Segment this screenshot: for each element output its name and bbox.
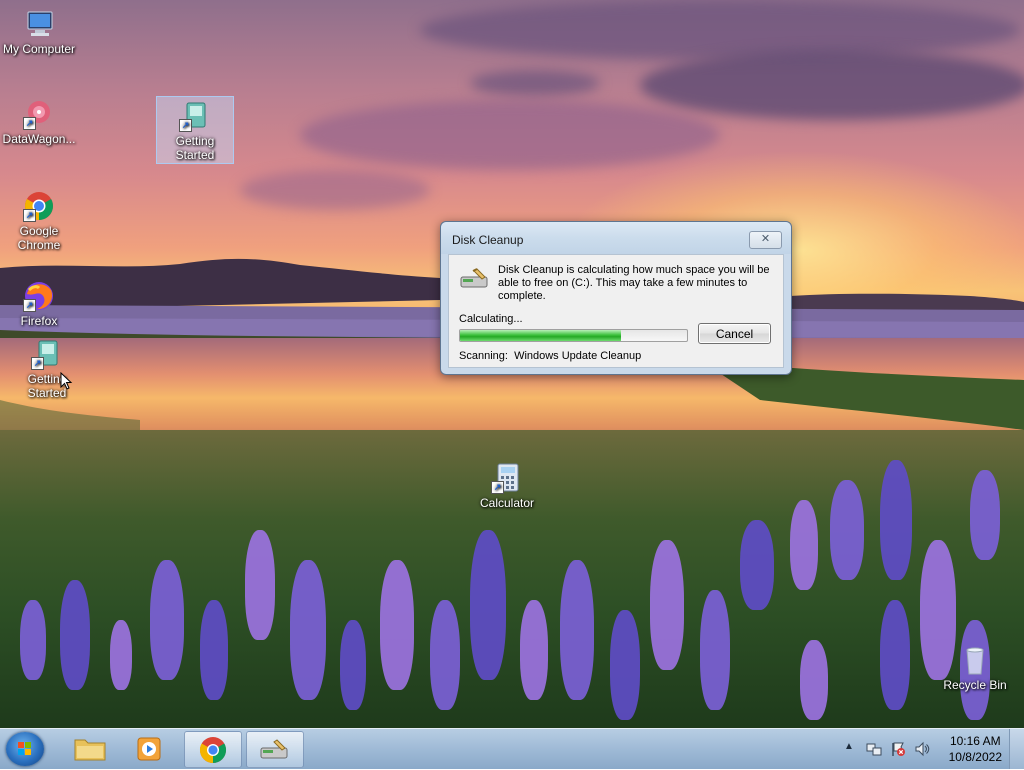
shortcut-arrow-icon: ↗: [179, 119, 192, 132]
progress-bar-fill: [460, 330, 622, 341]
chrome-icon: ↗: [23, 190, 55, 222]
desktop-icon-google-chrome[interactable]: ↗ Google Chrome: [1, 190, 77, 252]
disk-cleanup-dialog: Disk Cleanup ✕ Disk Cleanup is calculati…: [440, 221, 792, 375]
flower: [200, 600, 228, 700]
dialog-message: Disk Cleanup is calculating how much spa…: [498, 264, 770, 302]
clock-date: 10/8/2022: [948, 750, 1002, 764]
dialog-body: Disk Cleanup is calculating how much spa…: [448, 254, 784, 368]
flower: [470, 530, 506, 680]
flower: [245, 530, 275, 640]
calculating-label: Calculating...: [459, 313, 523, 325]
flower: [560, 560, 594, 700]
flower: [650, 540, 684, 670]
recycle-bin-icon: [959, 644, 991, 676]
flower: [150, 560, 184, 680]
scanning-status: Scanning: Windows Update Cleanup: [459, 350, 641, 362]
show-hidden-icons-chevron-icon[interactable]: ▲: [844, 741, 860, 757]
flower: [700, 590, 730, 710]
calculator-icon: ↗: [491, 462, 523, 494]
network-icon[interactable]: [866, 741, 882, 757]
flower: [790, 500, 818, 590]
dialog-titlebar[interactable]: Disk Cleanup ✕: [441, 222, 791, 254]
chrome-icon: [199, 737, 227, 764]
desktop-icon-getting-started-selected[interactable]: ↗ Getting Started: [156, 96, 234, 164]
flower: [20, 600, 46, 680]
shortcut-arrow-icon: ↗: [23, 299, 36, 312]
desktop-icon-recycle-bin[interactable]: Recycle Bin: [937, 644, 1013, 692]
flower: [880, 600, 910, 710]
flower: [110, 620, 132, 690]
getting-started-icon: ↗: [31, 338, 63, 370]
desktop-icon-label: Recycle Bin: [943, 678, 1007, 692]
flower: [340, 620, 366, 710]
desktop-icon-label: DataWagon...: [2, 132, 76, 146]
desktop-icon-datawagon[interactable]: ↗ DataWagon...: [1, 98, 77, 146]
flower: [60, 580, 90, 690]
clock[interactable]: 10:16 AM 10/8/2022: [949, 733, 1002, 765]
flower: [880, 460, 912, 580]
taskbar-chrome-button[interactable]: [184, 731, 242, 768]
taskbar-explorer-button[interactable]: [62, 731, 118, 766]
action-center-flag-icon[interactable]: [890, 741, 906, 757]
disk-cleanup-icon: [460, 268, 488, 288]
cancel-button[interactable]: Cancel: [698, 323, 771, 344]
flower: [610, 610, 640, 720]
shortcut-arrow-icon: ↗: [23, 117, 36, 130]
disk-cleanup-icon: [260, 739, 288, 759]
flower: [290, 560, 326, 700]
windows-logo-icon: [18, 742, 31, 755]
flower: [830, 480, 864, 580]
flower: [800, 640, 828, 720]
progress-bar: [459, 329, 688, 342]
close-button[interactable]: ✕: [749, 231, 782, 249]
desktop-icon-label: Google Chrome: [17, 224, 61, 252]
shortcut-arrow-icon: ↗: [491, 481, 504, 494]
desktop-icon-my-computer[interactable]: My Computer: [1, 8, 77, 56]
flower: [430, 600, 460, 710]
mouse-cursor-icon: [60, 372, 73, 390]
desktop-icon-label: My Computer: [2, 42, 76, 56]
shortcut-arrow-icon: ↗: [31, 357, 44, 370]
scanning-label: Scanning:: [459, 350, 508, 362]
scanning-item: Windows Update Cleanup: [514, 350, 642, 362]
taskbar-disk-cleanup-button[interactable]: [246, 731, 304, 768]
dialog-title: Disk Cleanup: [452, 233, 524, 247]
shortcut-arrow-icon: ↗: [23, 209, 36, 222]
close-icon: ✕: [760, 233, 771, 245]
flower: [520, 600, 548, 700]
clock-time: 10:16 AM: [949, 734, 1001, 748]
getting-started-icon: ↗: [179, 100, 211, 132]
datawagon-icon: ↗: [23, 98, 55, 130]
folder-icon: [74, 739, 106, 761]
desktop-icon-label: Getting Started: [175, 134, 215, 162]
media-player-icon: [137, 737, 161, 761]
computer-icon: [23, 8, 55, 40]
taskbar-media-player-button[interactable]: [122, 731, 178, 766]
desktop-icon-label: Calculator: [479, 496, 535, 510]
flower: [380, 560, 414, 690]
volume-icon[interactable]: [914, 741, 930, 757]
firefox-icon: ↗: [23, 280, 55, 312]
desktop-icon-label: Firefox: [20, 314, 58, 328]
flower: [970, 470, 1000, 560]
start-button[interactable]: [6, 732, 44, 766]
show-desktop-button[interactable]: [1009, 729, 1024, 769]
desktop-icon-firefox[interactable]: ↗ Firefox: [1, 280, 77, 328]
desktop-icon-calculator[interactable]: ↗ Calculator: [469, 462, 545, 510]
flower: [740, 520, 774, 610]
taskbar: ▲ 10:16 AM 10/8/2022: [0, 728, 1024, 769]
